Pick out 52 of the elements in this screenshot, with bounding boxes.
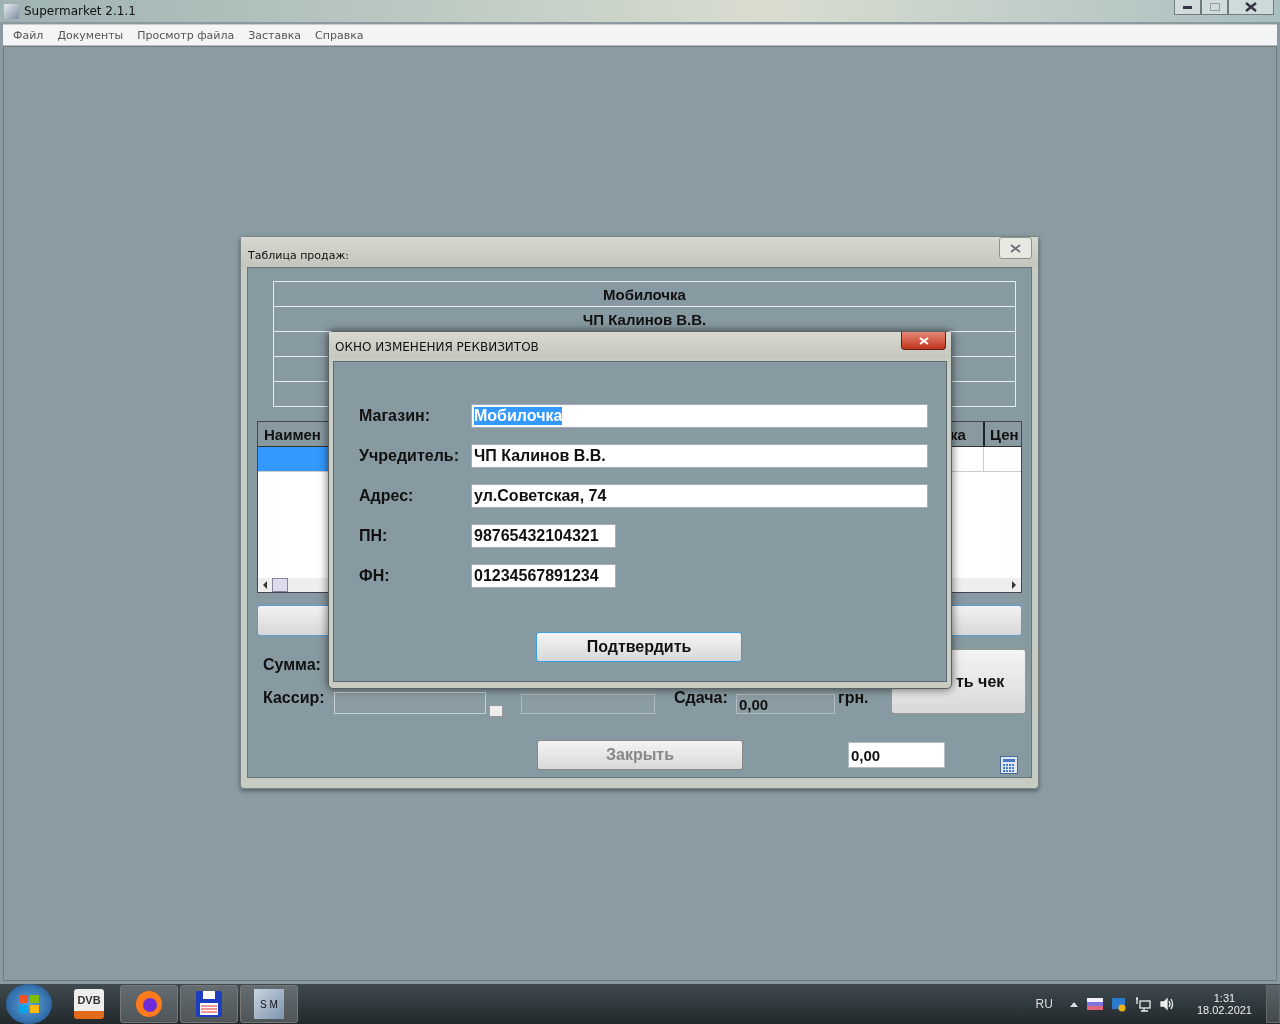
cashier-label: Кассир:: [262, 688, 326, 707]
input-field[interactable]: ул.Советская, 74: [471, 484, 928, 508]
sum-label: Сумма:: [262, 656, 322, 674]
scroll-left-icon[interactable]: [262, 581, 268, 589]
field-label: ПН:: [359, 527, 389, 545]
menu-item[interactable]: Файл: [6, 28, 51, 42]
taskbar-app-button[interactable]: [180, 985, 238, 1023]
network-icon[interactable]: [1134, 996, 1151, 1012]
menu-item[interactable]: Заставка: [241, 28, 309, 42]
change-field[interactable]: 0,00: [736, 694, 835, 714]
start-button[interactable]: [6, 984, 52, 1024]
header-line: Мобилочка: [274, 282, 1015, 307]
language-indicator[interactable]: RU: [1035, 997, 1053, 1011]
dialog-title: ОКНО ИЗМЕНЕНИЯ РЕКВИЗИТОВ: [335, 339, 539, 354]
menu-item[interactable]: Справка: [308, 28, 371, 42]
scrollbar-thumb[interactable]: [272, 578, 288, 592]
browser-icon: [134, 989, 164, 1019]
window-title: Supermarket 2.1.1: [24, 4, 136, 18]
minimize-button[interactable]: [1174, 0, 1201, 15]
close-icon: [1010, 243, 1021, 253]
input-field[interactable]: [521, 694, 655, 714]
field-label: Учредитель:: [359, 447, 460, 465]
field-label: Адрес:: [359, 487, 415, 505]
clock-date[interactable]: 18.02.2021: [1196, 1004, 1252, 1016]
calculator-icon[interactable]: [1000, 756, 1018, 774]
change-label: Сдача:: [673, 688, 729, 707]
tray-arrow-icon[interactable]: [1068, 1000, 1079, 1008]
menu-item[interactable]: Просмотр файла: [130, 28, 242, 42]
close-icon: [918, 336, 929, 345]
column-header[interactable]: Наимен: [258, 422, 330, 446]
field-label: Магазин:: [359, 407, 431, 425]
close-button[interactable]: [1228, 0, 1274, 15]
taskbar-app-button[interactable]: DVB: [60, 985, 118, 1023]
windows-logo-icon: [18, 993, 40, 1015]
menu-item[interactable]: Документы: [50, 28, 131, 42]
scroll-right-icon[interactable]: [1011, 581, 1017, 589]
close-icon: [1245, 2, 1257, 12]
field-label: ФН:: [359, 567, 391, 585]
currency-label: грн.: [837, 688, 870, 707]
input-field[interactable]: 01234567891234: [471, 564, 616, 588]
window-title: Таблица продаж:: [248, 248, 349, 262]
volume-icon[interactable]: [1158, 996, 1175, 1012]
taskbar-app-button[interactable]: S M: [240, 985, 298, 1023]
input-field[interactable]: ЧП Калинов В.В.: [471, 444, 928, 468]
clock-time[interactable]: 1:31: [1213, 992, 1236, 1004]
column-header[interactable]: Цен: [985, 422, 1021, 446]
close-button[interactable]: [901, 332, 946, 350]
input-field[interactable]: 98765432104321: [471, 524, 616, 548]
flag-icon[interactable]: [1086, 998, 1103, 1010]
total-field[interactable]: 0,00: [848, 742, 945, 768]
app-icon: [4, 3, 19, 19]
confirm-button[interactable]: Подтвердить: [536, 632, 742, 662]
